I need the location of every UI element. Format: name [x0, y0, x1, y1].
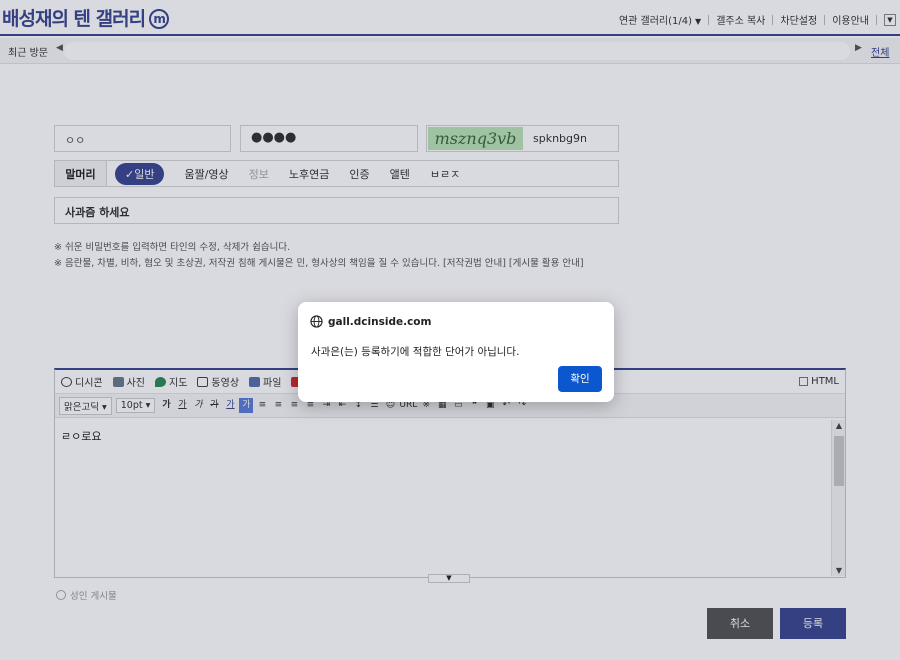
dialog-message: 사과은(는) 등록하기에 적합한 단어가 아닙니다.	[311, 346, 520, 358]
confirm-button[interactable]: 확인	[558, 366, 602, 392]
alert-dialog: gall.dcinside.com 사과은(는) 등록하기에 적합한 단어가 아…	[298, 302, 614, 402]
dialog-origin: gall.dcinside.com	[310, 315, 431, 328]
globe-icon	[310, 315, 323, 328]
